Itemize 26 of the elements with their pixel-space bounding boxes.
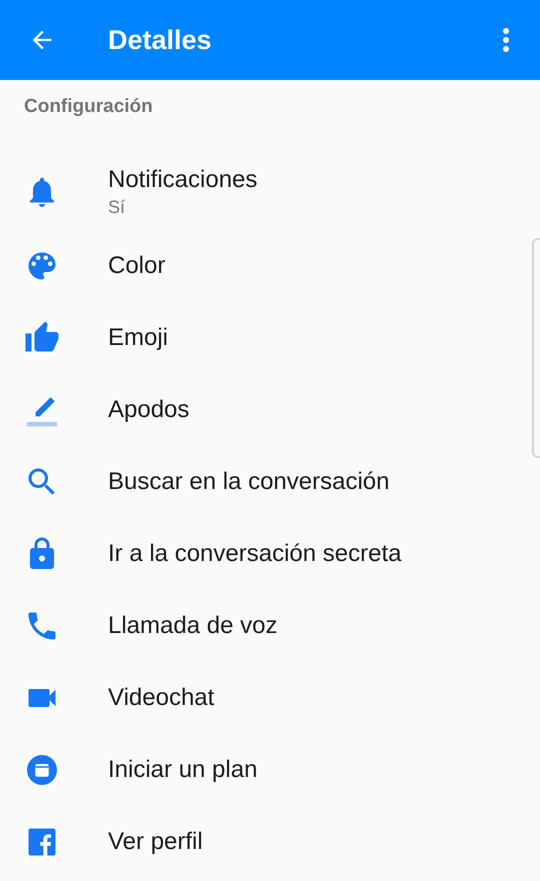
item-label: Buscar en la conversación <box>108 467 390 497</box>
settings-item[interactable]: Apodos <box>0 374 540 446</box>
calendar-icon <box>24 752 60 788</box>
settings-item[interactable]: Emoji <box>0 302 540 374</box>
settings-item[interactable]: Ir a la conversación secreta <box>0 518 540 590</box>
settings-item[interactable]: Ver perfil <box>0 806 540 878</box>
item-label: Videochat <box>108 683 214 713</box>
edge-panel-handle[interactable] <box>532 238 540 458</box>
settings-item[interactable]: Color <box>0 230 540 302</box>
item-label: Emoji <box>108 323 168 353</box>
more-options-icon <box>502 27 510 53</box>
settings-item[interactable]: Notificaciones Sí <box>0 134 540 230</box>
item-label: Notificaciones <box>108 165 258 195</box>
item-label: Ir a la conversación secreta <box>108 539 402 569</box>
item-label: Ver perfil <box>108 827 203 857</box>
item-label: Iniciar un plan <box>108 755 258 785</box>
item-label: Llamada de voz <box>108 611 278 641</box>
settings-item[interactable]: Iniciar un plan <box>0 734 540 806</box>
settings-item[interactable]: Llamada de voz <box>0 590 540 662</box>
screen-title: Detalles <box>108 24 212 57</box>
item-label: Apodos <box>108 395 190 425</box>
item-subtitle: Sí <box>108 196 126 219</box>
settings-item[interactable]: Buscar en la conversación <box>0 446 540 518</box>
item-label: Color <box>108 251 166 281</box>
settings-item[interactable]: Videochat <box>0 662 540 734</box>
section-header: Configuración <box>24 94 153 119</box>
